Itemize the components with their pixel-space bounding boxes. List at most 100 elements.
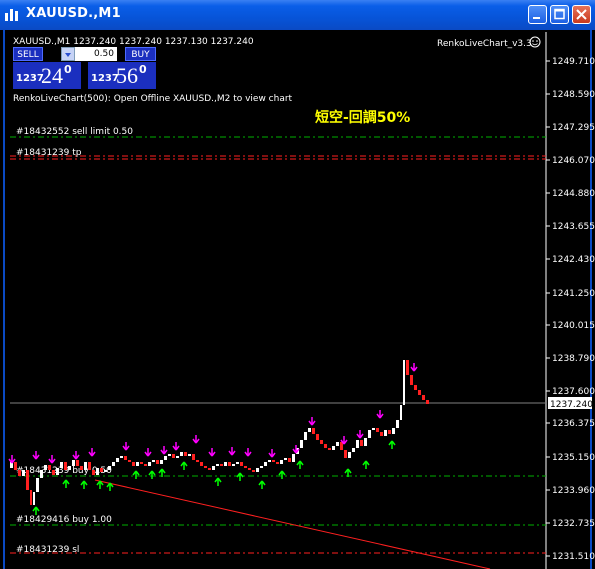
renko-brick: [124, 456, 127, 460]
bid-price-main: 24: [41, 63, 63, 88]
signal-arrows: [8, 363, 418, 515]
sell-signal-arrow-icon: [160, 446, 168, 455]
renko-brick: [108, 466, 111, 470]
lot-size-field[interactable]: 0.50: [75, 47, 117, 61]
renko-brick: [180, 452, 183, 456]
renko-brick: [84, 462, 87, 470]
ask-price-fraction: 0: [139, 63, 147, 76]
renko-brick: [312, 428, 315, 434]
renko-brick: [426, 400, 429, 404]
price-axis-label: 1238.790: [552, 354, 595, 364]
renko-brick: [414, 385, 417, 390]
buy-signal-arrow-icon: [362, 460, 370, 469]
renko-brick: [144, 464, 147, 466]
buy-signal-arrow-icon: [258, 480, 266, 489]
buy-signal-arrow-icon: [132, 470, 140, 479]
renko-brick: [128, 460, 131, 462]
annotation-text: 短空-回調50%: [315, 109, 410, 126]
bid-price-fraction: 0: [64, 63, 72, 76]
renko-brick: [292, 454, 295, 462]
renko-brick: [18, 470, 21, 476]
renko-brick: [168, 454, 171, 456]
buy-signal-arrow-icon: [236, 472, 244, 481]
renko-brick: [320, 440, 323, 444]
price-axis-label: 1231.510: [552, 552, 595, 562]
price-axis: 1249.710 1248.590 1247.295 1246.070 1244.880…: [546, 57, 595, 562]
buy-signal-arrow-icon: [32, 506, 40, 515]
sell-signal-arrow-icon: [144, 448, 152, 457]
renko-brick: [44, 465, 47, 470]
renko-brick: [160, 460, 163, 464]
renko-brick: [260, 466, 263, 468]
buy-signal-arrow-icon: [180, 461, 188, 470]
buy-signal-arrow-icon: [388, 440, 396, 449]
renko-brick: [88, 462, 91, 470]
renko-brick: [40, 470, 43, 478]
renko-brick: [348, 452, 351, 458]
renko-brick: [403, 360, 405, 405]
price-axis-label: 1237.600: [552, 387, 595, 397]
renko-bricks: [10, 360, 429, 505]
ask-price-box[interactable]: 1237 56 0: [88, 62, 156, 89]
renko-brick: [192, 454, 195, 460]
renko-brick: [336, 442, 339, 446]
price-axis-label: 1248.590: [552, 90, 595, 100]
renko-brick: [52, 470, 55, 475]
lot-down-button[interactable]: [61, 47, 75, 61]
renko-brick: [132, 462, 135, 466]
renko-brick: [60, 462, 63, 468]
price-axis-label: 1233.960: [552, 486, 595, 496]
price-axis-label: 1242.430: [552, 255, 595, 265]
renko-brick: [68, 466, 71, 470]
renko-brick: [280, 460, 283, 464]
renko-brick: [256, 468, 259, 472]
renko-brick: [80, 466, 83, 470]
renko-brick: [356, 440, 359, 448]
buy-signal-arrow-icon: [62, 479, 70, 488]
renko-brick: [264, 462, 267, 466]
renko-brick: [140, 462, 143, 464]
renko-brick: [72, 460, 75, 466]
renko-brick: [176, 456, 179, 458]
current-price-label: 1237.240: [550, 400, 593, 410]
sell-signal-arrow-icon: [72, 451, 80, 460]
renko-brick: [376, 428, 379, 432]
ask-price-prefix: 1237: [91, 73, 119, 84]
sell-button[interactable]: SELL: [13, 47, 43, 61]
renko-brick: [332, 446, 335, 450]
renko-brick: [33, 492, 35, 505]
renko-brick: [228, 462, 231, 466]
renko-brick: [76, 460, 79, 466]
renko-brick: [276, 462, 279, 464]
renko-brick: [156, 460, 159, 464]
buy-signal-arrow-icon: [296, 460, 304, 469]
renko-brick: [406, 360, 409, 375]
price-axis-label: 1247.295: [552, 123, 595, 133]
buy-button[interactable]: BUY: [125, 47, 156, 61]
renko-brick: [368, 430, 371, 438]
renko-brick: [188, 454, 191, 456]
sell-signal-arrow-icon: [308, 417, 316, 426]
renko-brick: [418, 390, 421, 395]
renko-brick: [392, 428, 395, 434]
sell-signal-arrow-icon: [172, 442, 180, 451]
price-axis-label: 1244.880: [552, 189, 595, 199]
ask-price-main: 56: [116, 63, 138, 88]
renko-brick: [240, 462, 243, 466]
sell-signal-arrow-icon: [376, 410, 384, 419]
renko-brick: [324, 444, 327, 448]
buy-100-label: #18429416 buy 1.00: [16, 515, 112, 525]
renko-brick: [196, 460, 199, 462]
one-click-trading-panel: SELL 0.50 BUY 1237 24 0 1237 56 0: [13, 47, 156, 89]
bid-price-box[interactable]: 1237 24 0: [13, 62, 81, 89]
sell-signal-arrow-icon: [88, 448, 96, 457]
renko-brick: [360, 440, 363, 446]
renko-brick: [372, 428, 375, 430]
renko-brick: [184, 452, 187, 456]
renko-brick: [14, 462, 17, 470]
renko-brick: [56, 468, 59, 475]
price-axis-label: 1240.015: [552, 321, 595, 331]
price-axis-label: 1249.710: [552, 57, 595, 67]
buy-signal-arrow-icon: [80, 480, 88, 489]
renko-brick: [236, 462, 239, 464]
